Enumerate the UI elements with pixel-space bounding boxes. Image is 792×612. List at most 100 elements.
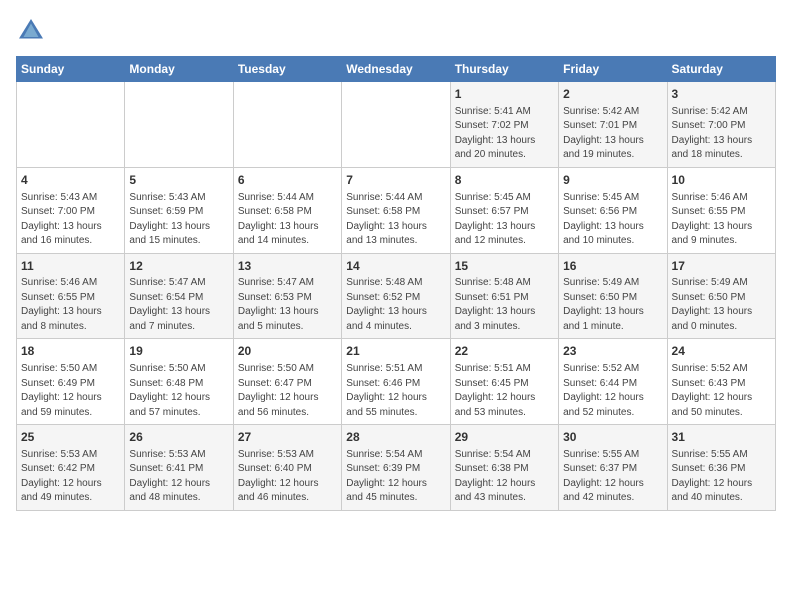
calendar-cell: 16Sunrise: 5:49 AM Sunset: 6:50 PM Dayli… bbox=[559, 253, 667, 339]
day-info: Sunrise: 5:41 AM Sunset: 7:02 PM Dayligh… bbox=[455, 105, 554, 163]
day-number: 6 bbox=[238, 172, 337, 189]
day-info: Sunrise: 5:48 AM Sunset: 6:52 PM Dayligh… bbox=[346, 276, 445, 334]
calendar-cell bbox=[233, 82, 341, 168]
calendar-cell bbox=[125, 82, 233, 168]
calendar-week-row: 11Sunrise: 5:46 AM Sunset: 6:55 PM Dayli… bbox=[17, 253, 776, 339]
weekday-header-tuesday: Tuesday bbox=[233, 57, 341, 82]
calendar-cell: 25 Sunrise: 5:53 AM Sunset: 6:42 PM Dayli… bbox=[17, 425, 125, 511]
day-info: Sunrise: 5:42 AM Sunset: 7:01 PM Dayligh… bbox=[563, 105, 662, 163]
calendar-week-row: 25 Sunrise: 5:53 AM Sunset: 6:42 PM Dayli… bbox=[17, 425, 776, 511]
day-info: Sunrise: 5:54 AM Sunset: 6:38 PM Dayligh… bbox=[455, 448, 554, 506]
day-info: Sunrise: 5:55 AM Sunset: 6:36 PM Dayligh… bbox=[672, 448, 771, 506]
day-info: Sunrise: 5:51 AM Sunset: 6:46 PM Dayligh… bbox=[346, 362, 445, 420]
day-info: Sunrise: 5:50 AM Sunset: 6:49 PM Dayligh… bbox=[21, 362, 120, 420]
calendar-cell: 10Sunrise: 5:46 AM Sunset: 6:55 PM Dayli… bbox=[667, 167, 775, 253]
day-info: Sunrise: 5:53 AM Sunset: 6:42 PM Dayligh… bbox=[21, 448, 120, 506]
page-header bbox=[16, 16, 776, 46]
day-number: 3 bbox=[672, 86, 771, 103]
day-info: Sunrise: 5:54 AM Sunset: 6:39 PM Dayligh… bbox=[346, 448, 445, 506]
calendar-cell: 9 Sunrise: 5:45 AM Sunset: 6:56 PM Daylig… bbox=[559, 167, 667, 253]
weekday-header-saturday: Saturday bbox=[667, 57, 775, 82]
calendar-week-row: 18 Sunrise: 5:50 AM Sunset: 6:49 PM Dayli… bbox=[17, 339, 776, 425]
day-number: 8 bbox=[455, 172, 554, 189]
day-number: 14 bbox=[346, 258, 445, 275]
day-number: 1 bbox=[455, 86, 554, 103]
calendar-cell: 11Sunrise: 5:46 AM Sunset: 6:55 PM Dayli… bbox=[17, 253, 125, 339]
day-number: 27 bbox=[238, 429, 337, 446]
calendar-cell: 24 Sunrise: 5:52 AM Sunset: 6:43 PM Dayli… bbox=[667, 339, 775, 425]
logo bbox=[16, 16, 50, 46]
calendar-cell: 1 Sunrise: 5:41 AM Sunset: 7:02 PM Daylig… bbox=[450, 82, 558, 168]
day-number: 19 bbox=[129, 343, 228, 360]
day-info: Sunrise: 5:52 AM Sunset: 6:43 PM Dayligh… bbox=[672, 362, 771, 420]
day-info: Sunrise: 5:42 AM Sunset: 7:00 PM Dayligh… bbox=[672, 105, 771, 163]
day-number: 25 bbox=[21, 429, 120, 446]
calendar-cell bbox=[342, 82, 450, 168]
calendar-cell: 28 Sunrise: 5:54 AM Sunset: 6:39 PM Dayli… bbox=[342, 425, 450, 511]
calendar-week-row: 4Sunrise: 5:43 AM Sunset: 7:00 PM Daylig… bbox=[17, 167, 776, 253]
calendar-week-row: 1 Sunrise: 5:41 AM Sunset: 7:02 PM Daylig… bbox=[17, 82, 776, 168]
day-number: 16 bbox=[563, 258, 662, 275]
calendar-cell: 22Sunrise: 5:51 AM Sunset: 6:45 PM Dayli… bbox=[450, 339, 558, 425]
day-number: 11 bbox=[21, 258, 120, 275]
day-number: 5 bbox=[129, 172, 228, 189]
calendar-cell: 3 Sunrise: 5:42 AM Sunset: 7:00 PM Daylig… bbox=[667, 82, 775, 168]
day-info: Sunrise: 5:46 AM Sunset: 6:55 PM Dayligh… bbox=[672, 191, 771, 249]
day-info: Sunrise: 5:45 AM Sunset: 6:56 PM Dayligh… bbox=[563, 191, 662, 249]
day-info: Sunrise: 5:55 AM Sunset: 6:37 PM Dayligh… bbox=[563, 448, 662, 506]
day-info: Sunrise: 5:48 AM Sunset: 6:51 PM Dayligh… bbox=[455, 276, 554, 334]
calendar-cell: 6Sunrise: 5:44 AM Sunset: 6:58 PM Daylig… bbox=[233, 167, 341, 253]
calendar-cell: 21Sunrise: 5:51 AM Sunset: 6:46 PM Dayli… bbox=[342, 339, 450, 425]
day-number: 4 bbox=[21, 172, 120, 189]
calendar-cell: 23Sunrise: 5:52 AM Sunset: 6:44 PM Dayli… bbox=[559, 339, 667, 425]
day-number: 24 bbox=[672, 343, 771, 360]
calendar-table: SundayMondayTuesdayWednesdayThursdayFrid… bbox=[16, 56, 776, 511]
calendar-cell: 8 Sunrise: 5:45 AM Sunset: 6:57 PM Daylig… bbox=[450, 167, 558, 253]
calendar-cell: 30Sunrise: 5:55 AM Sunset: 6:37 PM Dayli… bbox=[559, 425, 667, 511]
day-info: Sunrise: 5:50 AM Sunset: 6:48 PM Dayligh… bbox=[129, 362, 228, 420]
calendar-cell bbox=[17, 82, 125, 168]
weekday-header-wednesday: Wednesday bbox=[342, 57, 450, 82]
day-info: Sunrise: 5:53 AM Sunset: 6:41 PM Dayligh… bbox=[129, 448, 228, 506]
day-info: Sunrise: 5:47 AM Sunset: 6:53 PM Dayligh… bbox=[238, 276, 337, 334]
day-number: 18 bbox=[21, 343, 120, 360]
day-number: 23 bbox=[563, 343, 662, 360]
calendar-cell: 2 Sunrise: 5:42 AM Sunset: 7:01 PM Daylig… bbox=[559, 82, 667, 168]
day-number: 28 bbox=[346, 429, 445, 446]
calendar-cell: 5 Sunrise: 5:43 AM Sunset: 6:59 PM Daylig… bbox=[125, 167, 233, 253]
calendar-cell: 26 Sunrise: 5:53 AM Sunset: 6:41 PM Dayli… bbox=[125, 425, 233, 511]
calendar-cell: 12Sunrise: 5:47 AM Sunset: 6:54 PM Dayli… bbox=[125, 253, 233, 339]
day-info: Sunrise: 5:45 AM Sunset: 6:57 PM Dayligh… bbox=[455, 191, 554, 249]
calendar-cell: 29 Sunrise: 5:54 AM Sunset: 6:38 PM Dayli… bbox=[450, 425, 558, 511]
day-info: Sunrise: 5:46 AM Sunset: 6:55 PM Dayligh… bbox=[21, 276, 120, 334]
day-number: 20 bbox=[238, 343, 337, 360]
day-number: 9 bbox=[563, 172, 662, 189]
day-number: 17 bbox=[672, 258, 771, 275]
calendar-cell: 13Sunrise: 5:47 AM Sunset: 6:53 PM Dayli… bbox=[233, 253, 341, 339]
day-info: Sunrise: 5:43 AM Sunset: 6:59 PM Dayligh… bbox=[129, 191, 228, 249]
calendar-cell: 14Sunrise: 5:48 AM Sunset: 6:52 PM Dayli… bbox=[342, 253, 450, 339]
day-number: 2 bbox=[563, 86, 662, 103]
day-number: 31 bbox=[672, 429, 771, 446]
calendar-cell: 4Sunrise: 5:43 AM Sunset: 7:00 PM Daylig… bbox=[17, 167, 125, 253]
calendar-cell: 19 Sunrise: 5:50 AM Sunset: 6:48 PM Dayli… bbox=[125, 339, 233, 425]
day-number: 29 bbox=[455, 429, 554, 446]
day-info: Sunrise: 5:44 AM Sunset: 6:58 PM Dayligh… bbox=[346, 191, 445, 249]
day-info: Sunrise: 5:50 AM Sunset: 6:47 PM Dayligh… bbox=[238, 362, 337, 420]
calendar-cell: 15Sunrise: 5:48 AM Sunset: 6:51 PM Dayli… bbox=[450, 253, 558, 339]
day-info: Sunrise: 5:47 AM Sunset: 6:54 PM Dayligh… bbox=[129, 276, 228, 334]
calendar-cell: 18 Sunrise: 5:50 AM Sunset: 6:49 PM Dayli… bbox=[17, 339, 125, 425]
day-info: Sunrise: 5:49 AM Sunset: 6:50 PM Dayligh… bbox=[672, 276, 771, 334]
calendar-cell: 17Sunrise: 5:49 AM Sunset: 6:50 PM Dayli… bbox=[667, 253, 775, 339]
weekday-header-monday: Monday bbox=[125, 57, 233, 82]
day-number: 12 bbox=[129, 258, 228, 275]
calendar-cell: 20 Sunrise: 5:50 AM Sunset: 6:47 PM Dayli… bbox=[233, 339, 341, 425]
day-number: 26 bbox=[129, 429, 228, 446]
weekday-header-sunday: Sunday bbox=[17, 57, 125, 82]
weekday-header-row: SundayMondayTuesdayWednesdayThursdayFrid… bbox=[17, 57, 776, 82]
day-number: 22 bbox=[455, 343, 554, 360]
calendar-cell: 31 Sunrise: 5:55 AM Sunset: 6:36 PM Dayli… bbox=[667, 425, 775, 511]
day-number: 7 bbox=[346, 172, 445, 189]
weekday-header-thursday: Thursday bbox=[450, 57, 558, 82]
calendar-cell: 7 Sunrise: 5:44 AM Sunset: 6:58 PM Daylig… bbox=[342, 167, 450, 253]
